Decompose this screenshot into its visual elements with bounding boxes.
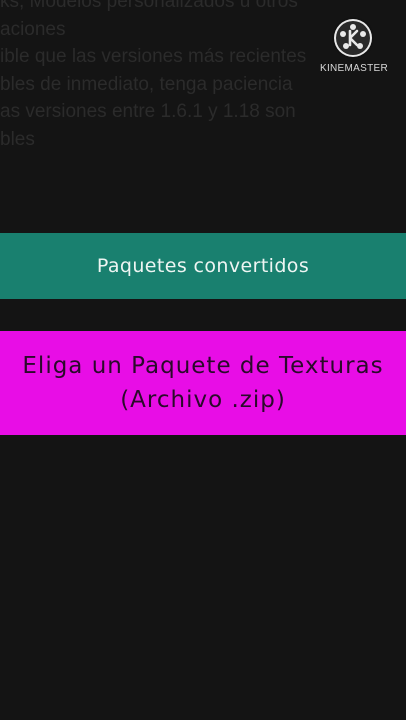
kinemaster-logo-icon bbox=[334, 19, 372, 57]
info-line: as versiones entre 1.6.1 y 1.18 son bbox=[0, 101, 296, 122]
pick-texture-pack-button[interactable]: Eliga un Paquete de Texturas (Archivo .z… bbox=[0, 331, 406, 435]
pick-texture-pack-format-label: (Archivo .zip) bbox=[120, 387, 286, 413]
converted-packs-button[interactable]: Paquetes convertidos bbox=[0, 233, 406, 299]
info-line: ks, Modelos personalizados u otros bbox=[0, 0, 298, 12]
kinemaster-label: KINEMASTER bbox=[319, 63, 388, 74]
converted-packs-label: Paquetes convertidos bbox=[96, 255, 310, 277]
kinemaster-watermark: KINEMASTER bbox=[318, 19, 390, 77]
info-line: bles bbox=[0, 128, 35, 150]
pick-texture-pack-label: Eliga un Paquete de Texturas bbox=[22, 353, 384, 379]
